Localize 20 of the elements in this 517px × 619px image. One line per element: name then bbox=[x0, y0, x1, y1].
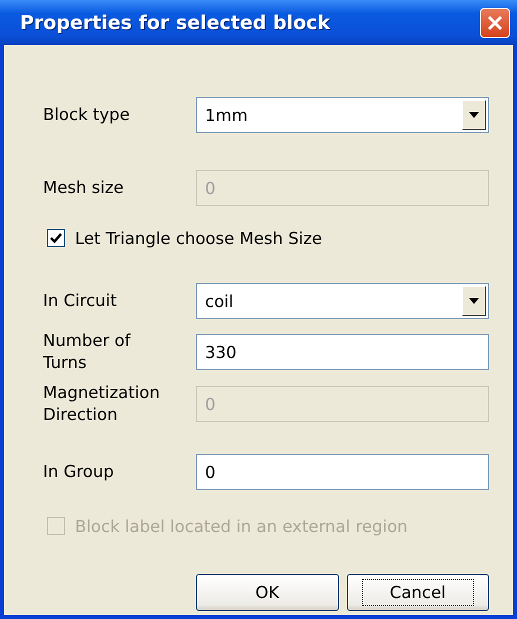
checkbox-label: Let Triangle choose Mesh Size bbox=[75, 228, 322, 248]
field-label: Number of Turns bbox=[43, 330, 132, 374]
dropdown-arrow-icon bbox=[469, 112, 479, 118]
field-label: Magnetization Direction bbox=[43, 382, 161, 426]
dropdown-arrow-icon bbox=[469, 298, 479, 304]
close-icon bbox=[487, 14, 503, 30]
dropdown[interactable]: coil bbox=[196, 283, 489, 319]
field-label: In Circuit bbox=[43, 290, 118, 312]
dialog-button[interactable]: Cancel bbox=[346, 574, 489, 611]
dropdown[interactable]: 1mm bbox=[196, 97, 489, 133]
field-label: Mesh size bbox=[43, 177, 125, 199]
window-title: Properties for selected block bbox=[20, 12, 330, 34]
field-label: In Group bbox=[43, 461, 115, 483]
text-field[interactable]: 0 bbox=[196, 454, 489, 490]
close-button[interactable] bbox=[480, 8, 510, 38]
checkbox[interactable] bbox=[47, 229, 65, 247]
dialog-button[interactable]: OK bbox=[196, 574, 338, 611]
checkbox-label: Block label located in an external region bbox=[75, 516, 408, 536]
text-field[interactable]: 330 bbox=[196, 334, 489, 370]
field-label: Block type bbox=[43, 104, 131, 126]
